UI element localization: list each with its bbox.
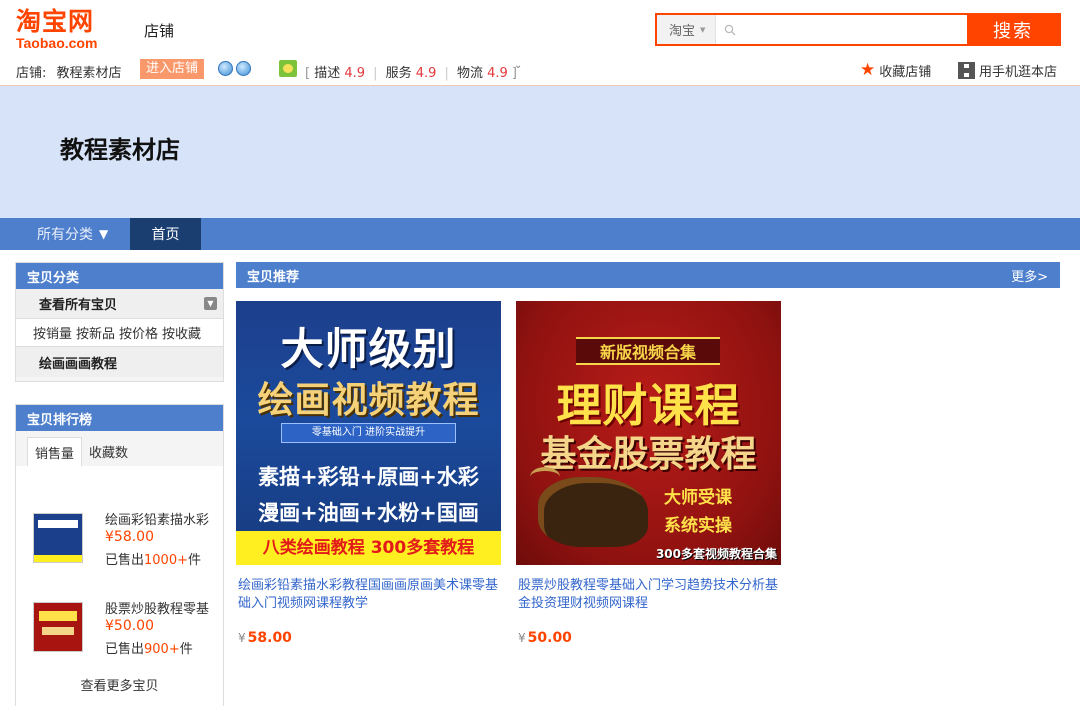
product-price: ¥58.00 [238,630,292,646]
enter-shop-button[interactable]: 进入店铺 [140,59,205,79]
product-price: ¥50.00 [518,630,572,646]
ranking-item-sold: 已售出1000+件 [105,553,202,568]
image-text: 新版视频合集 [576,337,720,365]
search-scope-select[interactable]: 淘宝 ▼ [657,15,716,44]
sort-by-price[interactable]: 按价格 [119,323,158,342]
sort-by-sales[interactable]: 按销量 [33,323,72,342]
search-icon [724,24,736,35]
ranking-item-thumbnail[interactable] [33,513,83,563]
logo-cn: 淘宝网 [16,7,95,36]
product-card[interactable]: 新版视频合集 理财课程 基金股票教程 大师受课 系统实操 300多套视频教程合集… [516,301,781,646]
ranking-item[interactable]: 股票炒股教程零基 ¥50.00 已售出900+件 [16,590,223,657]
shop-tag: 店铺 [144,22,175,40]
search-input[interactable] [736,15,967,44]
sort-links: 按销量 按新品 按价格 按收藏 [16,319,223,347]
category-panel: 宝贝分类 查看所有宝贝 ▼ 按销量 按新品 按价格 按收藏 绘画画画教程 [15,262,224,382]
rating-service-label: 服务 [385,66,412,81]
search-button[interactable]: 搜索 [967,15,1059,44]
seller-badge-icon [279,60,297,77]
image-text: 八类绘画教程 300多套教程 [236,531,501,565]
image-text: 系统实操 [664,516,732,536]
more-link[interactable]: 更多> [1011,266,1048,285]
image-text: 大师受课 [664,488,732,508]
nav-home[interactable]: 首页 [130,218,201,250]
sort-by-favorites[interactable]: 按收藏 [162,323,201,342]
qr-code-icon [958,62,975,79]
triangle-down-icon: ▼ [99,227,109,241]
banner-shop-title: 教程素材店 [60,136,180,164]
site-header: 淘宝网 Taobao.com 店铺 淘宝 ▼ 搜索 [0,0,1080,56]
rating-logistics-label: 物流 [456,66,483,81]
logo-en: Taobao.com [16,35,98,51]
nav-all-categories[interactable]: 所有分类 ▼ [0,218,130,250]
ranking-item-price: ¥58.00 [105,529,154,545]
favorite-shop-button[interactable]: ★ 收藏店铺 [860,60,932,81]
rating-desc-label: 描述 [314,66,341,81]
ranking-item-price: ¥50.00 [105,618,154,634]
shop-nav: 所有分类 ▼ 首页 [0,218,1080,250]
recommend-header: 宝贝推荐 更多> [236,262,1060,288]
nav-all-categories-label: 所有分类 [37,227,93,243]
favorite-shop-label: 收藏店铺 [879,65,932,80]
chevron-down-icon[interactable]: ⌄ [514,60,522,71]
shop-ratings[interactable]: [ 描述 4.9 | 服务 4.9 | 物流 4.9] [305,62,517,81]
rating-logistics-value: 4.9 [487,66,508,81]
product-image[interactable]: 大师级别 绘画视频教程 零基础入门 进阶实战提升 素描+彩铅+原画+水彩 漫画+… [236,301,501,565]
shop-name[interactable]: 教程素材店 [57,66,122,81]
image-text: 绘画视频教程 [257,380,480,421]
search-input-wrap [716,15,967,44]
rating-service-value: 4.9 [415,66,437,81]
tab-favorites[interactable]: 收藏数 [82,437,135,466]
product-image[interactable]: 新版视频合集 理财课程 基金股票教程 大师受课 系统实操 300多套视频教程合集 [516,301,781,565]
diamond-icon [236,61,251,76]
ranking-item-thumbnail[interactable] [33,602,83,652]
bull-illustration [530,467,648,547]
ranking-item[interactable]: 绘画彩铅素描水彩 ¥58.00 已售出1000+件 [16,501,223,568]
image-text: 300多套视频教程合集 [655,547,777,561]
view-more-items-link[interactable]: 查看更多宝贝 [16,675,223,694]
image-text: 大师级别 [280,325,457,375]
search-scope-label: 淘宝 [669,24,696,39]
ranking-panel: 宝贝排行榜 销售量 收藏数 绘画彩铅素描水彩 ¥58.00 已售出1000+件 … [15,404,224,706]
view-all-items-label: 查看所有宝贝 [39,298,118,313]
image-text: 漫画+油画+水粉+国画 [258,501,479,525]
taobao-logo[interactable]: 淘宝网 Taobao.com [16,8,116,52]
star-icon: ★ [860,60,876,80]
recommend-title: 宝贝推荐 [247,269,300,285]
mobile-shop-link[interactable]: 用手机逛本店 [958,61,1057,80]
shop-label-text: 店铺: [16,66,47,81]
mobile-shop-label: 用手机逛本店 [979,65,1058,80]
category-panel-title: 宝贝分类 [16,263,223,289]
view-all-items[interactable]: 查看所有宝贝 ▼ [16,289,223,319]
category-item-painting[interactable]: 绘画画画教程 [16,347,223,377]
shop-banner: 教程素材店 [0,86,1080,218]
ranking-item-sold: 已售出900+件 [105,642,193,657]
ranking-panel-title: 宝贝排行榜 [16,405,223,431]
product-title[interactable]: 绘画彩铅素描水彩教程国画画原画美术课零基础入门视频网课程教学 [236,577,501,613]
search-bar: 淘宝 ▼ 搜索 [655,13,1061,46]
ranking-tabs: 销售量 收藏数 [16,431,223,466]
shop-label: 店铺: 教程素材店 [16,62,122,81]
product-card[interactable]: 大师级别 绘画视频教程 零基础入门 进阶实战提升 素描+彩铅+原画+水彩 漫画+… [236,301,501,646]
ranking-item-title[interactable]: 股票炒股教程零基 [105,598,215,617]
diamond-icon [218,61,233,76]
caret-down-icon: ▼ [700,25,706,34]
image-text: 零基础入门 进阶实战提升 [281,423,456,443]
shop-info-bar: 店铺: 教程素材店 进入店铺 [ 描述 4.9 | 服务 4.9 | 物流 4.9]… [0,56,1080,86]
sort-by-new[interactable]: 按新品 [76,323,115,342]
ranking-item-title[interactable]: 绘画彩铅素描水彩 [105,509,215,528]
product-title[interactable]: 股票炒股教程零基础入门学习趋势技术分析基金投资理财视频网课程 [516,577,781,613]
rating-desc-value: 4.9 [344,66,366,81]
tab-sales[interactable]: 销售量 [27,437,83,466]
collapse-icon[interactable]: ▼ [204,297,217,310]
image-text: 素描+彩铅+原画+水彩 [258,465,479,489]
